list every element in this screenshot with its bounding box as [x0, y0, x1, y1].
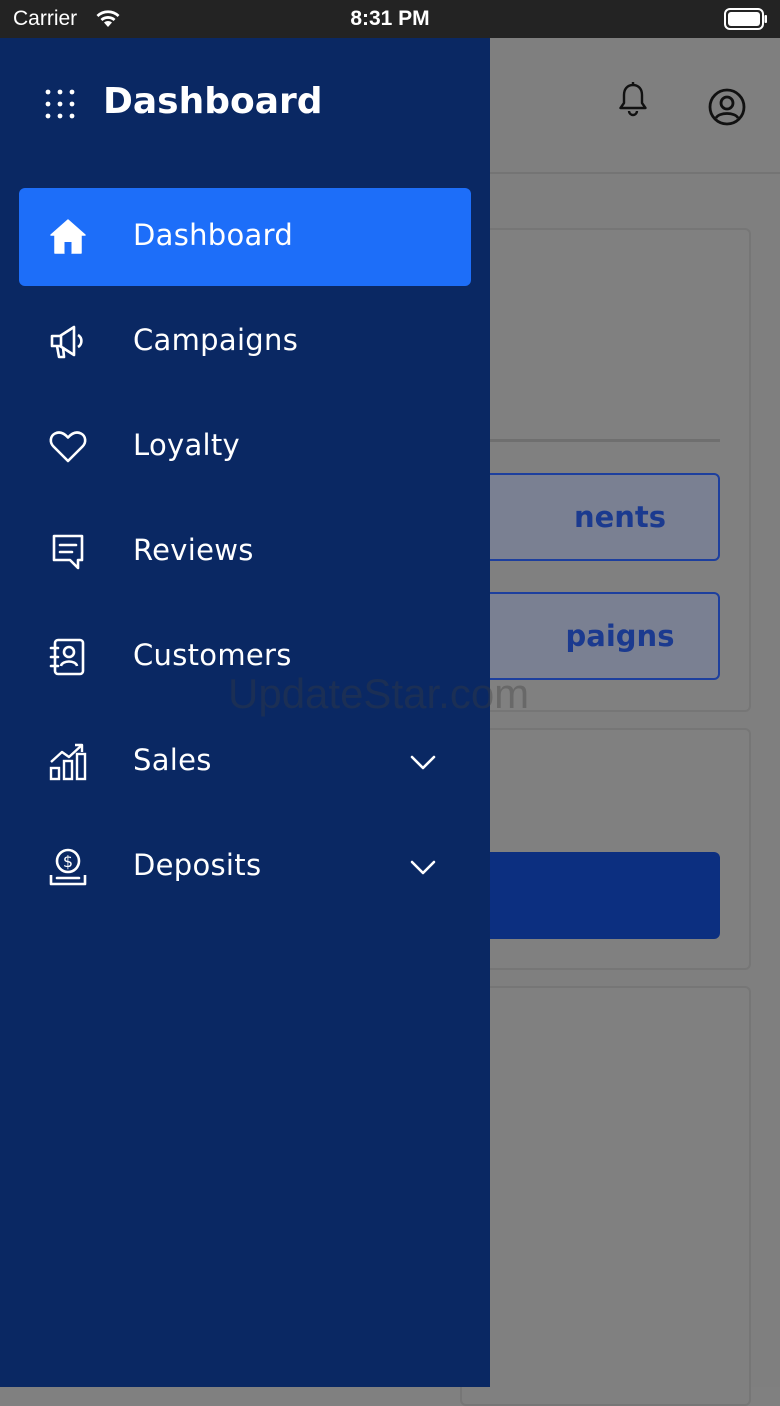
nav-item-label: Loyalty	[133, 428, 241, 462]
nav-item-label: Customers	[133, 638, 292, 672]
money-icon: $	[48, 847, 88, 887]
chart-icon	[48, 742, 88, 782]
contacts-icon	[48, 637, 88, 677]
nav-item-dashboard[interactable]: Dashboard	[19, 188, 471, 286]
nav-item-deposits[interactable]: $ Deposits	[19, 818, 471, 916]
svg-text:$: $	[63, 852, 73, 871]
bell-icon[interactable]	[616, 81, 650, 121]
clock: 8:31 PM	[350, 7, 430, 30]
background-button-label: nents	[573, 500, 667, 534]
nav-item-reviews[interactable]: Reviews	[19, 503, 471, 601]
megaphone-icon	[48, 322, 88, 362]
divider	[460, 439, 720, 442]
status-bar: Carrier 8:31 PM	[0, 0, 780, 38]
nav-item-label: Deposits	[133, 848, 262, 882]
background-card	[460, 986, 751, 1406]
drawer-title: Dashboard	[103, 81, 323, 122]
chevron-down-icon[interactable]	[409, 853, 437, 885]
nav-item-sales[interactable]: Sales	[19, 713, 471, 811]
battery-icon	[724, 8, 768, 34]
nav-item-label: Sales	[133, 743, 212, 777]
nav-item-label: Campaigns	[133, 323, 299, 357]
nav-item-campaigns[interactable]: Campaigns	[19, 293, 471, 391]
nav-item-label: Dashboard	[133, 218, 294, 252]
chat-icon	[48, 532, 88, 572]
watermark: UpdateStar.com	[228, 670, 530, 717]
heart-icon	[48, 427, 88, 467]
drawer-header: Dashboard	[0, 38, 490, 168]
apps-grid-icon[interactable]	[45, 89, 75, 123]
background-button-label: paigns	[565, 619, 675, 653]
nav-item-label: Reviews	[133, 533, 254, 567]
home-icon	[48, 217, 88, 257]
nav-item-loyalty[interactable]: Loyalty	[19, 398, 471, 496]
chevron-down-icon[interactable]	[409, 748, 437, 780]
account-icon[interactable]	[707, 87, 747, 131]
